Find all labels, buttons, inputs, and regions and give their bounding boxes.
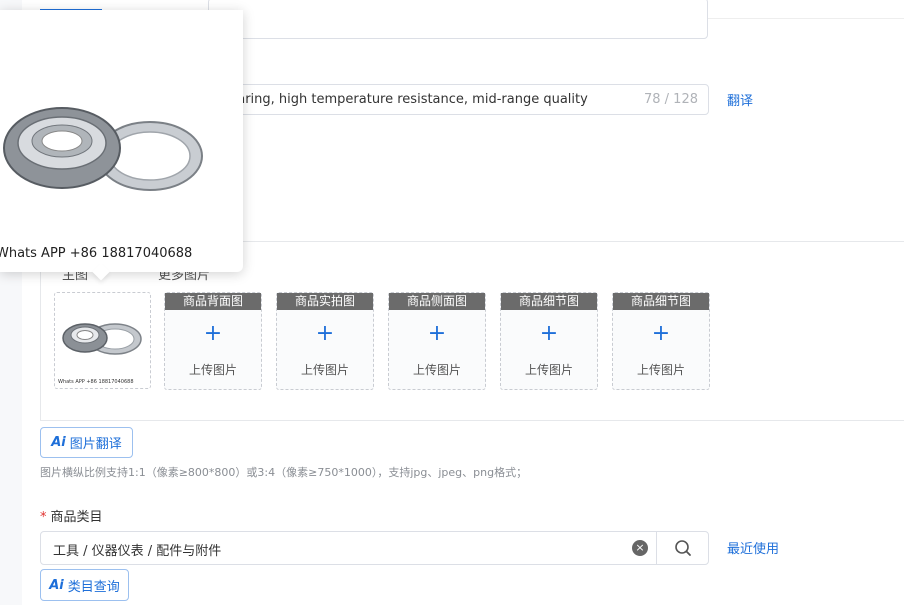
upload-slot-back[interactable]: 商品背面图 + 上传图片 bbox=[164, 292, 262, 390]
category-value: 工具 / 仪器仪表 / 配件与附件 bbox=[53, 544, 222, 559]
recently-used-link[interactable]: 最近使用 bbox=[727, 538, 779, 557]
product-title-value: bearing, high temperature resistance, mi… bbox=[221, 92, 588, 107]
upload-slot-detail-1[interactable]: 商品细节图 + 上传图片 bbox=[500, 292, 598, 390]
category-search-button[interactable] bbox=[656, 532, 710, 564]
ai-category-query-label: 类目查询 bbox=[67, 579, 120, 595]
upload-slot-side[interactable]: 商品侧面图 + 上传图片 bbox=[388, 292, 486, 390]
upload-label: 上传图片 bbox=[636, 363, 685, 377]
slot-header: 商品细节图 bbox=[501, 293, 597, 310]
slot-header: 商品细节图 bbox=[613, 293, 709, 310]
main-image-caption: Whats APP +86 18817040688 bbox=[58, 379, 134, 385]
popover-caption: Whats APP +86 18817040688 bbox=[0, 246, 193, 261]
clear-icon[interactable]: × bbox=[632, 540, 648, 556]
slot-header: 商品背面图 bbox=[165, 293, 261, 310]
search-icon bbox=[675, 540, 691, 556]
upper-text-field[interactable] bbox=[208, 0, 708, 39]
translate-link[interactable]: 翻译 bbox=[727, 90, 753, 109]
product-title-input[interactable]: bearing, high temperature resistance, mi… bbox=[200, 84, 709, 115]
char-counter: 78 / 128 bbox=[644, 92, 698, 107]
ai-image-translate-button[interactable]: Ai 图片翻译 bbox=[40, 427, 133, 458]
plus-icon: + bbox=[315, 321, 335, 346]
upload-slot-real[interactable]: 商品实拍图 + 上传图片 bbox=[276, 292, 374, 390]
slot-header: 商品实拍图 bbox=[277, 293, 373, 310]
main-image-slot[interactable]: Whats APP +86 18817040688 bbox=[54, 292, 151, 389]
category-label: * 商品类目 bbox=[40, 506, 103, 525]
upload-label: 上传图片 bbox=[300, 363, 349, 377]
plus-icon: + bbox=[203, 321, 223, 346]
plus-icon: + bbox=[651, 321, 671, 346]
ai-icon: Ai bbox=[51, 435, 66, 450]
plus-icon: + bbox=[539, 321, 559, 346]
upload-label: 上传图片 bbox=[188, 363, 237, 377]
upload-slot-detail-2[interactable]: 商品细节图 + 上传图片 bbox=[612, 292, 710, 390]
bearing-preview-image bbox=[3, 107, 203, 191]
image-preview-popover: Whats APP +86 18817040688 bbox=[0, 10, 243, 272]
image-format-hint: 图片横纵比例支持1:1（像素≥800*800）或3:4（像素≥750*1000）… bbox=[40, 466, 528, 479]
upload-label: 上传图片 bbox=[412, 363, 461, 377]
required-mark: * bbox=[40, 510, 47, 525]
upload-label: 上传图片 bbox=[524, 363, 573, 377]
ai-icon: Ai bbox=[49, 577, 64, 593]
plus-icon: + bbox=[427, 321, 447, 346]
ai-image-translate-label: 图片翻译 bbox=[69, 437, 122, 452]
bearing-thumbnail bbox=[62, 323, 142, 355]
category-select[interactable]: 工具 / 仪器仪表 / 配件与附件 × bbox=[40, 531, 709, 565]
ai-category-query-button[interactable]: Ai 类目查询 bbox=[40, 569, 129, 601]
slot-header: 商品侧面图 bbox=[389, 293, 485, 310]
category-label-text: 商品类目 bbox=[50, 510, 103, 525]
